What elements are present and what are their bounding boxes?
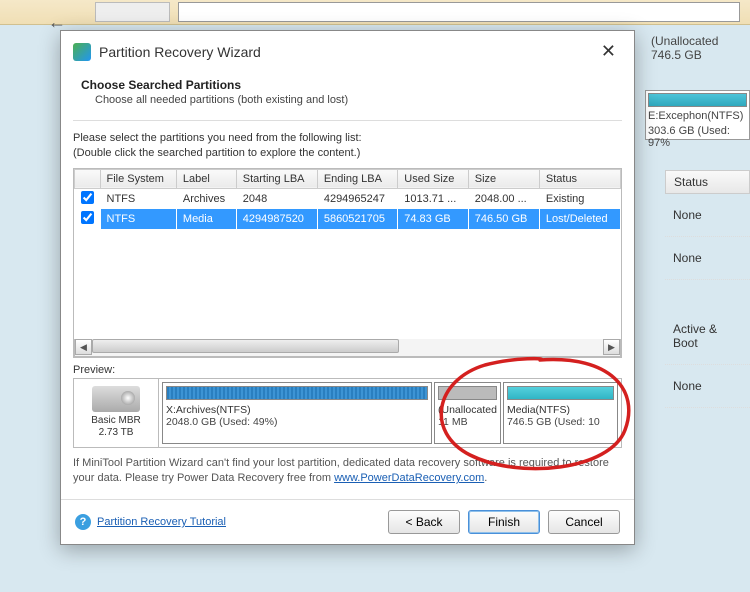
- cell-fs: NTFS: [100, 188, 176, 209]
- scroll-track[interactable]: [92, 339, 603, 355]
- col-status[interactable]: Status: [539, 169, 620, 188]
- col-check[interactable]: [75, 169, 101, 188]
- help-block: ? Partition Recovery Tutorial: [75, 514, 226, 530]
- preview-partition-media[interactable]: Media(NTFS) 746.5 GB (Used: 10: [503, 382, 618, 444]
- partition-bar: [438, 386, 497, 400]
- bg-status-header: Status: [665, 170, 750, 194]
- cell-status: Lost/Deleted: [539, 209, 620, 229]
- scroll-right-icon[interactable]: ▶: [603, 339, 620, 355]
- bg-status-row: None: [665, 365, 750, 408]
- bg-unallocated-info: (Unallocated 746.5 GB: [645, 30, 750, 66]
- heading: Choose Searched Partitions: [81, 78, 614, 92]
- cell-size: 746.50 GB: [468, 209, 539, 229]
- dialog-title: Partition Recovery Wizard: [99, 44, 595, 60]
- table-row[interactable]: NTFS Archives 2048 4294965247 1013.71 ..…: [75, 188, 621, 209]
- cell-size: 2048.00 ...: [468, 188, 539, 209]
- disk-summary: Basic MBR 2.73 TB: [74, 379, 159, 447]
- preview-label: Preview:: [73, 364, 622, 376]
- bg-excephon-size: 303.6 GB (Used: 97%: [648, 125, 747, 149]
- heading-block: Choose Searched Partitions Choose all ne…: [61, 72, 634, 120]
- cell-end: 4294965247: [317, 188, 397, 209]
- disk-size: 2.73 TB: [99, 427, 134, 438]
- tutorial-link[interactable]: Partition Recovery Tutorial: [97, 516, 226, 528]
- bg-status-row: None: [665, 194, 750, 237]
- instruction-line-2: (Double click the searched partition to …: [73, 146, 622, 161]
- disk-icon: [92, 386, 140, 412]
- col-ending-lba[interactable]: Ending LBA: [317, 169, 397, 188]
- partition-name: X:Archives(NTFS): [166, 404, 428, 416]
- cell-used: 1013.71 ...: [398, 188, 468, 209]
- close-icon[interactable]: ✕: [595, 39, 622, 64]
- wizard-icon: [73, 43, 91, 61]
- partition-name: (Unallocated: [438, 404, 497, 416]
- partition-bar: [166, 386, 428, 400]
- bg-status-row: None: [665, 237, 750, 280]
- h-scrollbar[interactable]: ◀ ▶: [74, 339, 621, 357]
- row-checkbox[interactable]: [81, 191, 94, 204]
- titlebar: Partition Recovery Wizard ✕: [61, 31, 634, 72]
- cell-fs: NTFS: [100, 209, 176, 229]
- bg-unalloc-label: (Unallocated: [651, 34, 744, 48]
- bg-unalloc-size: 746.5 GB: [651, 48, 744, 62]
- col-label[interactable]: Label: [176, 169, 236, 188]
- cancel-button[interactable]: Cancel: [548, 510, 620, 534]
- bg-excephon-bar: [648, 93, 747, 107]
- cell-label: Media: [176, 209, 236, 229]
- scroll-left-icon[interactable]: ◀: [75, 339, 92, 355]
- footnote: If MiniTool Partition Wizard can't find …: [73, 456, 622, 487]
- col-used-size[interactable]: Used Size: [398, 169, 468, 188]
- bg-toolbar: ←: [0, 0, 750, 25]
- dialog-footer: ? Partition Recovery Tutorial < Back Fin…: [61, 499, 634, 544]
- cell-label: Archives: [176, 188, 236, 209]
- scroll-thumb[interactable]: [92, 339, 399, 353]
- col-starting-lba[interactable]: Starting LBA: [236, 169, 317, 188]
- bg-excephon-label: E:Excephon(NTFS): [648, 110, 747, 122]
- row-checkbox[interactable]: [81, 211, 94, 224]
- preview-pane: Basic MBR 2.73 TB X:Archives(NTFS) 2048.…: [73, 378, 622, 448]
- bg-status-column: Status None None Active & Boot None: [665, 170, 750, 408]
- table-row[interactable]: NTFS Media 4294987520 5860521705 74.83 G…: [75, 209, 621, 229]
- preview-partition-unallocated[interactable]: (Unallocated 11 MB: [434, 382, 501, 444]
- bg-status-row: Active & Boot: [665, 280, 750, 365]
- partition-name: Media(NTFS): [507, 404, 614, 416]
- bg-disk-thumb: [95, 2, 170, 22]
- cell-status: Existing: [539, 188, 620, 209]
- col-filesystem[interactable]: File System: [100, 169, 176, 188]
- subheading: Choose all needed partitions (both exist…: [81, 94, 614, 106]
- cell-start: 4294987520: [236, 209, 317, 229]
- cell-end: 5860521705: [317, 209, 397, 229]
- finish-button[interactable]: Finish: [468, 510, 540, 534]
- footnote-link[interactable]: www.PowerDataRecovery.com: [334, 472, 484, 484]
- partition-size: 11 MB: [438, 416, 497, 428]
- cell-used: 74.83 GB: [398, 209, 468, 229]
- bg-partition-bar: [178, 2, 740, 22]
- recovery-wizard-dialog: Partition Recovery Wizard ✕ Choose Searc…: [60, 30, 635, 545]
- cell-start: 2048: [236, 188, 317, 209]
- partition-table: File System Label Starting LBA Ending LB…: [73, 168, 622, 358]
- col-size[interactable]: Size: [468, 169, 539, 188]
- disk-type: Basic MBR: [91, 415, 140, 426]
- partition-bar: [507, 386, 614, 400]
- partition-size: 2048.0 GB (Used: 49%): [166, 416, 428, 428]
- help-icon: ?: [75, 514, 91, 530]
- footnote-text-post: .: [484, 472, 487, 484]
- preview-partition-archives[interactable]: X:Archives(NTFS) 2048.0 GB (Used: 49%): [162, 382, 432, 444]
- instruction-line-1: Please select the partitions you need fr…: [73, 131, 622, 146]
- table-header-row: File System Label Starting LBA Ending LB…: [75, 169, 621, 188]
- partition-size: 746.5 GB (Used: 10: [507, 416, 614, 428]
- back-button[interactable]: < Back: [388, 510, 460, 534]
- bg-excephon-block: E:Excephon(NTFS) 303.6 GB (Used: 97%: [645, 90, 750, 140]
